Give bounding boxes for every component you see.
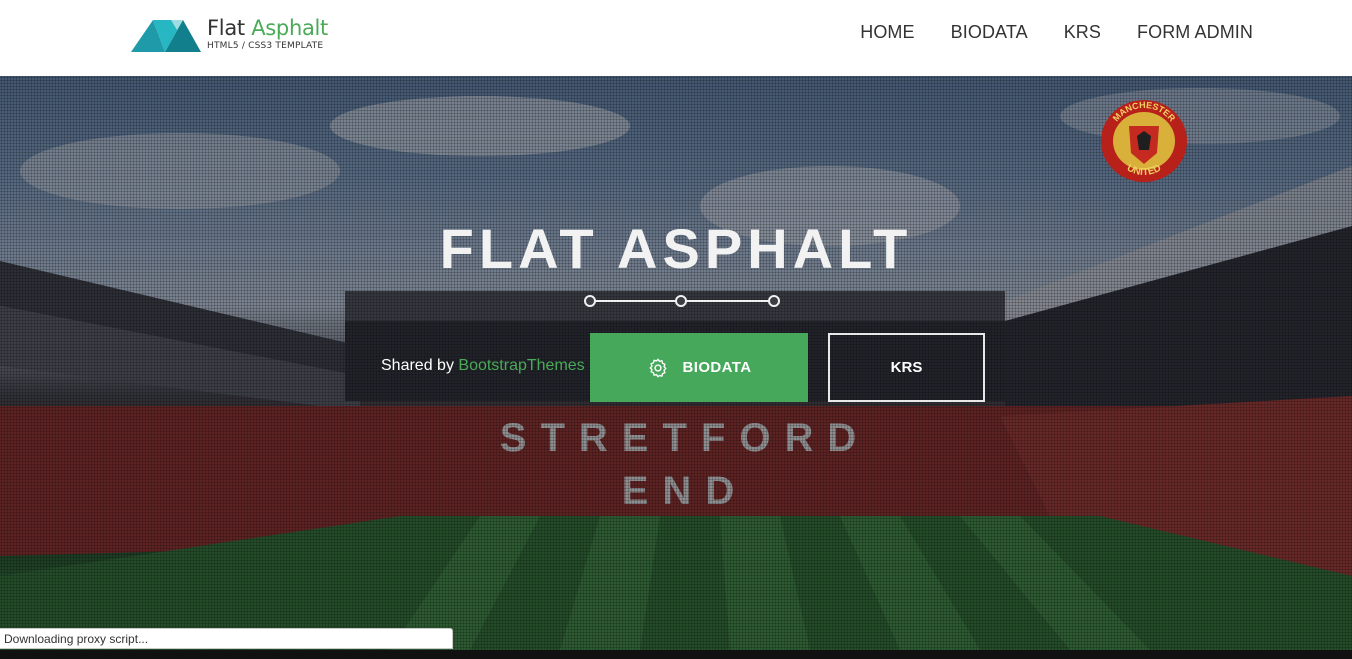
- biodata-button[interactable]: BIODATA: [590, 333, 808, 402]
- biodata-button-label: BIODATA: [682, 359, 752, 376]
- krs-button[interactable]: KRS: [828, 333, 985, 402]
- manchester-united-crest-icon: MANCHESTER UNITED: [1101, 100, 1187, 182]
- shared-by-text: Shared by BootstrapThemes: [381, 357, 585, 374]
- flat-asphalt-logo-icon: [131, 20, 201, 52]
- hero-section: STRETFORD END MANCHESTER UNITED FLAT ASP…: [0, 76, 1352, 650]
- browser-status-bar: Downloading proxy script...: [0, 628, 453, 649]
- bootstrapthemes-link[interactable]: BootstrapThemes: [458, 357, 584, 374]
- header-navbar: Flat Asphalt HTML5 / CSS3 TEMPLATE HOME …: [0, 0, 1352, 76]
- nav-biodata[interactable]: BIODATA: [951, 22, 1028, 43]
- main-nav: HOME BIODATA KRS FORM ADMIN: [860, 22, 1253, 43]
- brand-subtitle: HTML5 / CSS3 TEMPLATE: [207, 41, 324, 51]
- brand-title: Flat Asphalt: [207, 16, 328, 40]
- nav-form-admin[interactable]: FORM ADMIN: [1137, 22, 1253, 43]
- hero-title: FLAT ASPHALT: [439, 217, 913, 280]
- gear-icon: [649, 358, 667, 377]
- bottom-strip: [0, 650, 1352, 659]
- nav-krs[interactable]: KRS: [1064, 22, 1101, 43]
- brand-logo-link[interactable]: Flat Asphalt HTML5 / CSS3 TEMPLATE: [131, 16, 328, 54]
- title-divider: [584, 295, 780, 307]
- nav-home[interactable]: HOME: [860, 22, 914, 43]
